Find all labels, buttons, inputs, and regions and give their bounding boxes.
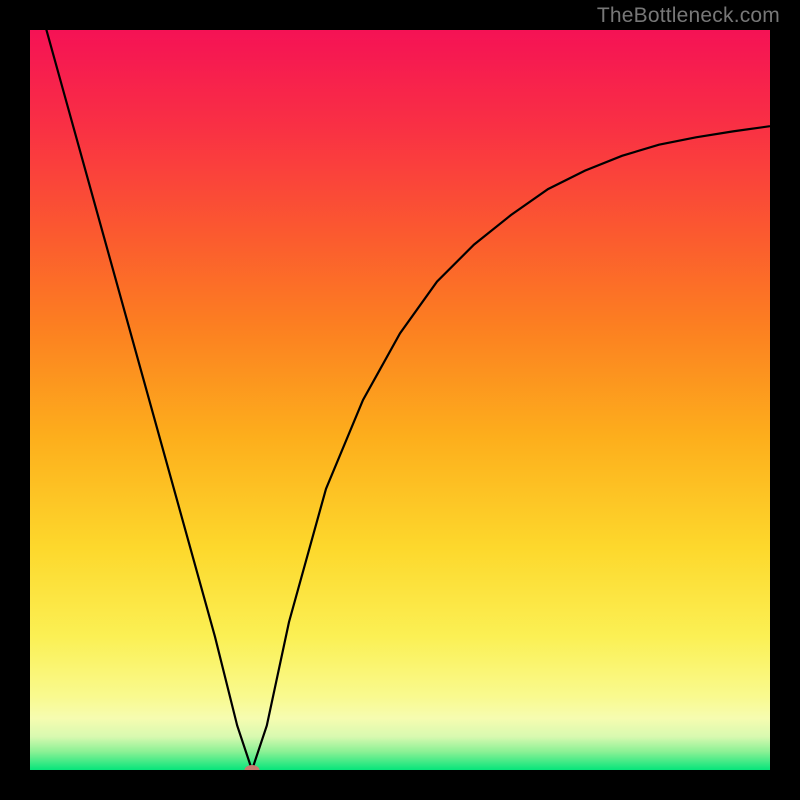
chart-frame: TheBottleneck.com: [0, 0, 800, 800]
plot-area: [30, 30, 770, 770]
minimum-marker: [245, 765, 260, 770]
bottleneck-curve: [30, 30, 770, 770]
watermark-text: TheBottleneck.com: [597, 4, 780, 28]
